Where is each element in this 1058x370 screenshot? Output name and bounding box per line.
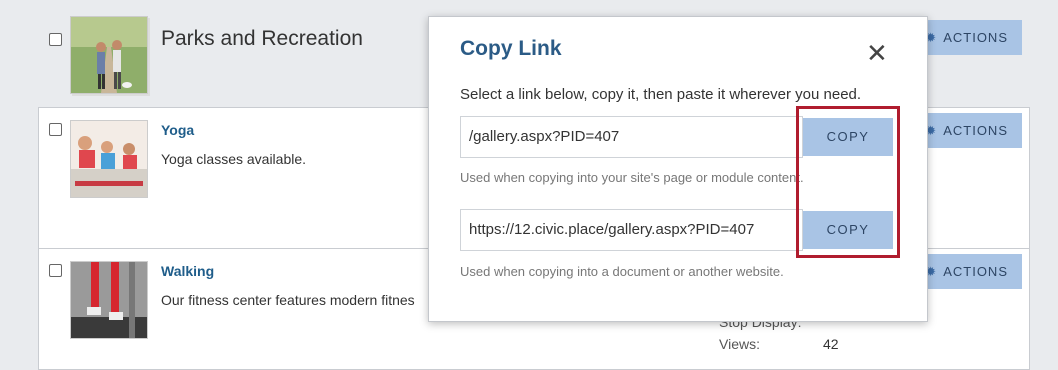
walking-thumbnail bbox=[70, 261, 148, 339]
relative-link-field[interactable]: /gallery.aspx?PID=407 bbox=[460, 116, 803, 158]
row-checkbox-yoga[interactable] bbox=[49, 123, 62, 136]
dialog-instructions: Select a link below, copy it, then paste… bbox=[460, 86, 862, 103]
yoga-thumbnail bbox=[70, 120, 148, 198]
row-title-parks: Parks and Recreation bbox=[161, 27, 363, 50]
relative-link-help: Used when copying into your site's page … bbox=[460, 170, 804, 185]
close-icon[interactable]: ✕ bbox=[866, 40, 888, 66]
views-label: Views: bbox=[719, 336, 760, 352]
dialog-title: Copy Link bbox=[460, 37, 562, 60]
parks-thumbnail bbox=[70, 16, 148, 94]
row-description-walking: Our fitness center features modern fitne… bbox=[161, 292, 415, 308]
views-value: 42 bbox=[823, 336, 839, 352]
copy-buttons-highlight bbox=[796, 106, 900, 258]
row-title-walking[interactable]: Walking bbox=[161, 263, 214, 279]
row-title-yoga[interactable]: Yoga bbox=[161, 122, 194, 138]
row-checkbox-walking[interactable] bbox=[49, 264, 62, 277]
row-checkbox-parks[interactable] bbox=[49, 33, 62, 46]
row-description-yoga: Yoga classes available. bbox=[161, 151, 307, 167]
absolute-link-field[interactable]: https://12.civic.place/gallery.aspx?PID=… bbox=[460, 209, 803, 251]
absolute-link-help: Used when copying into a document or ano… bbox=[460, 264, 784, 279]
